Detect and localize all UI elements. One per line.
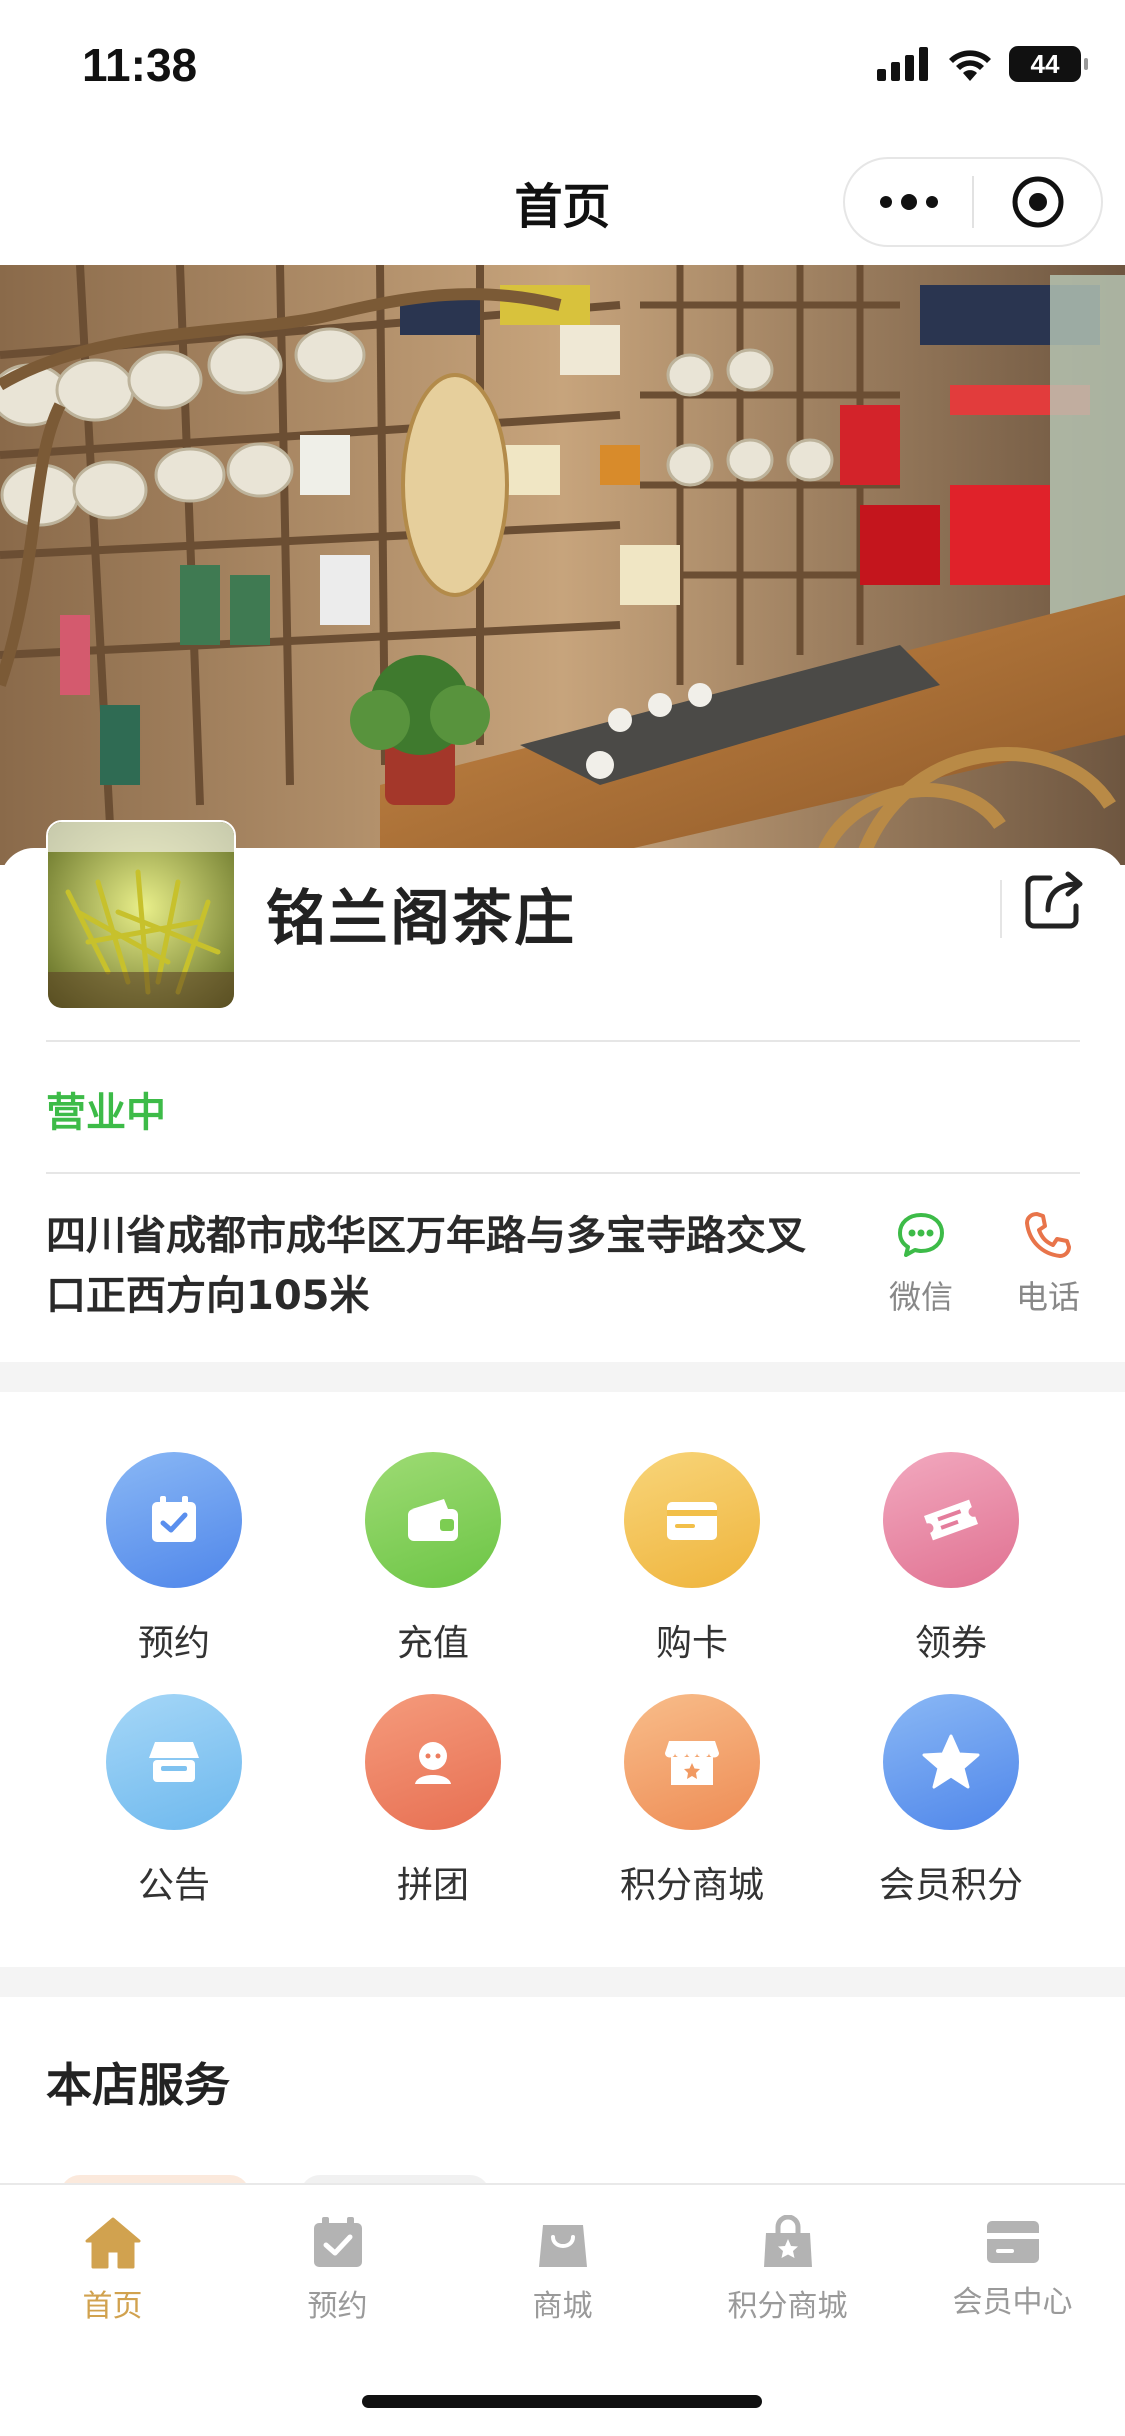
more-button[interactable] <box>845 159 972 245</box>
card-icon <box>667 1502 717 1540</box>
store-icon <box>665 1741 719 1785</box>
section-gap <box>0 1362 1125 1392</box>
grid-label: 积分商城 <box>619 1865 764 1906</box>
function-grid: 预约 充值 购卡 领券 公告 拼团 积分商城 会员积分 <box>0 1392 1125 1967</box>
tab-home[interactable]: 首页 <box>0 2215 225 2325</box>
wallet-icon <box>408 1499 458 1541</box>
battery-indicator: 44 <box>1009 46 1088 82</box>
tab-points-mall[interactable]: 积分商城 <box>675 2214 900 2325</box>
phone-contact-button[interactable]: 电话 <box>1003 1210 1093 1318</box>
target-close-icon <box>1012 176 1063 228</box>
coupon-circle <box>883 1452 1019 1588</box>
tab-label: 会员中心 <box>952 2285 1073 2320</box>
close-miniprogram-button[interactable] <box>974 159 1101 245</box>
tab-booking[interactable]: 预约 <box>225 2215 450 2325</box>
wechat-icon <box>898 1213 944 1257</box>
grid-item-points-mall[interactable]: 积分商城 <box>562 1694 822 1908</box>
grid-label: 购卡 <box>655 1623 728 1664</box>
nav-bar: 首页 <box>0 135 1125 265</box>
grid-label: 充值 <box>396 1623 469 1664</box>
member-points-circle <box>883 1694 1019 1830</box>
tab-label: 商城 <box>532 2289 593 2324</box>
store-name: 铭兰阁茶庄 <box>266 884 576 954</box>
buy-card-circle <box>624 1452 760 1588</box>
more-dots-icon <box>879 194 938 210</box>
divider <box>46 1172 1080 1174</box>
notice-circle <box>106 1694 242 1830</box>
calendar-check-icon <box>152 1496 196 1542</box>
group-icon <box>415 1742 451 1784</box>
tab-label: 预约 <box>307 2289 368 2324</box>
store-logo-thumbnail <box>46 820 236 1010</box>
grid-label: 预约 <box>137 1623 210 1664</box>
ticket-icon <box>924 1499 978 1541</box>
section-gap <box>0 1967 1125 1997</box>
store-services-section: 本店服务 <box>0 1997 1125 2195</box>
phone-label: 电话 <box>1015 1278 1080 1316</box>
grid-item-recharge[interactable]: 充值 <box>303 1452 563 1666</box>
recharge-circle <box>365 1452 501 1588</box>
points-bag-icon <box>763 2214 812 2267</box>
points-mall-circle <box>624 1694 760 1830</box>
wifi-icon <box>949 50 991 81</box>
grid-label: 公告 <box>137 1865 210 1906</box>
tab-mall[interactable]: 商城 <box>450 2215 675 2325</box>
star-icon <box>922 1734 980 1789</box>
store-address: 四川省成都市成华区万年路与多宝寺路交叉口正西方向105米 <box>46 1213 806 1319</box>
wechat-label: 微信 <box>888 1278 953 1316</box>
share-icon <box>1025 871 1083 929</box>
grid-item-coupon[interactable]: 领券 <box>821 1452 1081 1666</box>
business-status-badge: 营业中 <box>46 1090 166 1136</box>
phone-icon <box>1025 1212 1071 1258</box>
status-bar: 11:38 44 <box>0 0 1125 135</box>
grid-item-group-buy[interactable]: 拼团 <box>303 1694 563 1908</box>
divider <box>46 1040 1080 1042</box>
tab-label: 积分商城 <box>727 2289 848 2324</box>
grid-label: 会员积分 <box>878 1865 1023 1906</box>
calendar-check-icon <box>313 2217 362 2267</box>
banner-illustration <box>0 265 1125 865</box>
section-title: 本店服务 <box>46 2058 230 2112</box>
signal-icon <box>877 47 928 81</box>
booking-circle <box>106 1452 242 1588</box>
tab-label: 首页 <box>82 2289 143 2324</box>
status-icons: 44 <box>877 46 1088 82</box>
mini-program-capsule <box>843 157 1103 247</box>
store-banner-image <box>0 265 1125 865</box>
shopping-bag-icon <box>538 2225 587 2267</box>
status-time: 11:38 <box>82 39 198 91</box>
wechat-contact-button[interactable]: 微信 <box>876 1210 966 1318</box>
tab-member-center[interactable]: 会员中心 <box>900 2215 1125 2321</box>
tea-leaves-image <box>48 822 234 1008</box>
grid-item-buy-card[interactable]: 购卡 <box>562 1452 822 1666</box>
share-divider <box>1000 880 1002 938</box>
home-indicator <box>362 2395 762 2408</box>
home-icon <box>85 2217 140 2269</box>
notice-icon <box>149 1742 199 1782</box>
group-buy-circle <box>365 1694 501 1830</box>
grid-item-notice[interactable]: 公告 <box>44 1694 304 1908</box>
grid-label: 领券 <box>914 1623 987 1664</box>
grid-item-booking[interactable]: 预约 <box>44 1452 304 1666</box>
grid-label: 拼团 <box>396 1865 469 1906</box>
member-card-icon <box>986 2221 1039 2263</box>
grid-item-member-points[interactable]: 会员积分 <box>821 1694 1081 1908</box>
share-button[interactable] <box>1024 868 1086 930</box>
